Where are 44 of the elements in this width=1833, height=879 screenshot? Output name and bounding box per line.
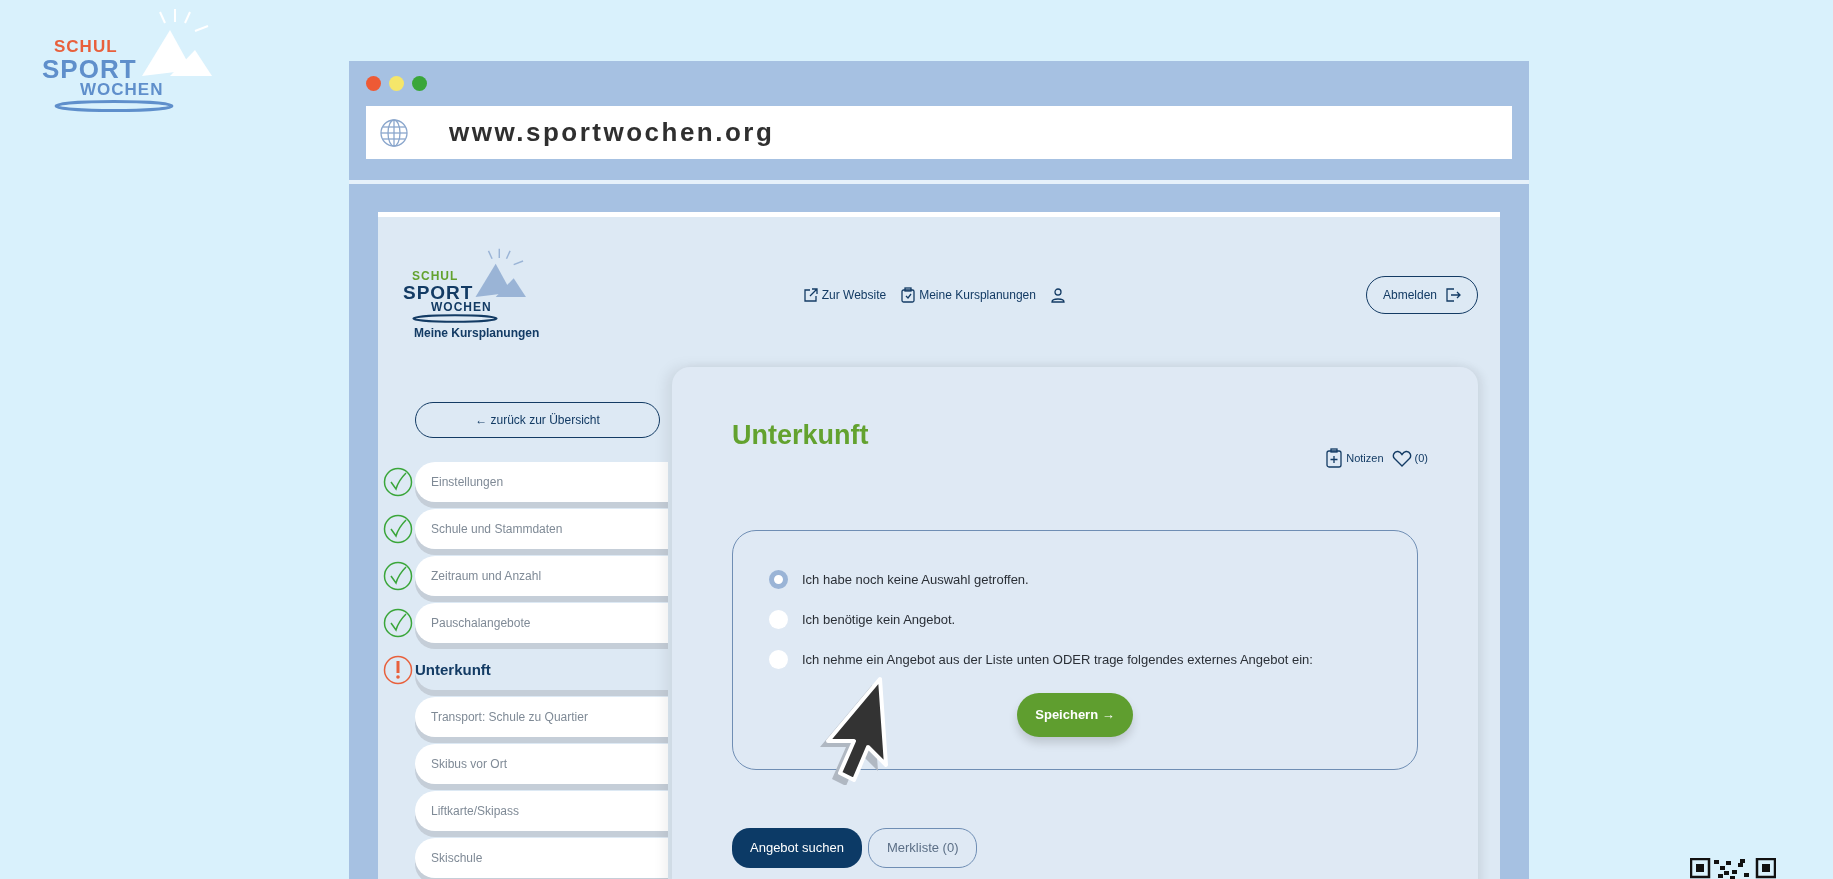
window-control[interactable]: [389, 76, 404, 91]
logo-text: WOCHEN: [431, 300, 492, 313]
external-link-icon: [802, 286, 819, 303]
step-item[interactable]: Skischule: [415, 838, 668, 878]
url-text: www.sportwochen.org: [449, 116, 775, 149]
favorites-link[interactable]: (0): [1391, 448, 1428, 468]
logo-text: SPORT: [403, 282, 474, 302]
section-title: Unterkunft: [732, 419, 870, 452]
search-offer-button[interactable]: Angebot suchen: [732, 828, 862, 868]
check-icon: [383, 561, 413, 591]
check-icon: [383, 467, 413, 497]
logo-text: SCHUL: [412, 269, 459, 282]
window-control[interactable]: [366, 76, 381, 91]
globe-icon: [379, 117, 409, 148]
nav-link[interactable]: [1049, 286, 1066, 303]
window-control[interactable]: [412, 76, 427, 91]
logo-text: SCHUL: [54, 38, 118, 55]
nav-link[interactable]: Meine Kursplanungen: [900, 285, 1036, 304]
radio-option[interactable]: Ich nehme ein Angebot aus der Liste unten ODER trage folgendes externes Angebot ein:: [769, 639, 1381, 680]
address-bar[interactable]: www.sportwochen.org: [366, 106, 1512, 159]
nav-link[interactable]: Zur Website: [802, 285, 887, 304]
warning-icon: [383, 655, 413, 685]
logo-text: WOCHEN: [80, 81, 164, 98]
heart-icon: [1391, 448, 1412, 468]
radio-button[interactable]: [769, 649, 788, 669]
radio-option[interactable]: Ich habe noch keine Auswahl getroffen.: [769, 559, 1381, 600]
swoosh-icon: [54, 100, 174, 112]
swoosh-icon: [412, 313, 498, 323]
watchlist-button[interactable]: Merkliste (0): [867, 828, 978, 868]
radio-button[interactable]: [769, 569, 788, 589]
logout-icon: [1445, 286, 1461, 303]
mountain-drawing: [140, 8, 212, 76]
page-subtitle: Meine Kursplanungen: [413, 324, 541, 342]
clipboard-icon: [900, 286, 917, 303]
qr-code-icon: [1690, 858, 1776, 879]
check-icon: [383, 608, 413, 638]
clipboard-plus-icon: [1325, 448, 1344, 469]
logo-text: SPORT: [42, 56, 137, 82]
radio-button[interactable]: [769, 609, 788, 629]
check-icon: [383, 514, 413, 544]
mountain-drawing: [474, 247, 526, 297]
user-icon: [1049, 286, 1066, 303]
notes-link[interactable]: Notizen: [1325, 448, 1384, 469]
radio-option[interactable]: Ich benötige kein Angebot.: [769, 599, 1381, 640]
